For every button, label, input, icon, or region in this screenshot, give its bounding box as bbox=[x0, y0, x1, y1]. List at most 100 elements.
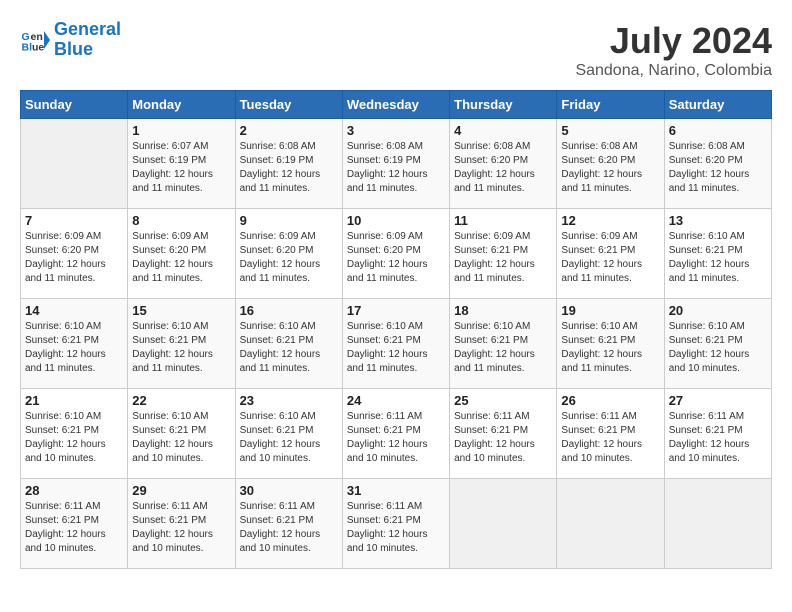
day-info: Sunrise: 6:10 AM Sunset: 6:21 PM Dayligh… bbox=[25, 410, 123, 466]
weekday-row: SundayMondayTuesdayWednesdayThursdayFrid… bbox=[21, 91, 772, 119]
day-cell: 30 Sunrise: 6:11 AM Sunset: 6:21 PM Dayli… bbox=[235, 479, 342, 569]
day-number: 24 bbox=[347, 393, 445, 408]
day-cell: 31Sunrise: 6:11 AM Sunset: 6:21 PM Dayli… bbox=[342, 479, 449, 569]
logo-text: General Blue bbox=[54, 20, 121, 60]
day-number: 1 bbox=[132, 123, 230, 138]
week-row-1: 7 Sunrise: 6:09 AM Sunset: 6:20 PM Daylig… bbox=[21, 209, 772, 299]
day-number: 13 bbox=[669, 213, 767, 228]
day-cell: 23Sunrise: 6:10 AM Sunset: 6:21 PM Dayli… bbox=[235, 389, 342, 479]
day-cell: 6Sunrise: 6:08 AM Sunset: 6:20 PM Daylig… bbox=[664, 119, 771, 209]
day-number: 6 bbox=[669, 123, 767, 138]
day-cell: 21 Sunrise: 6:10 AM Sunset: 6:21 PM Dayli… bbox=[21, 389, 128, 479]
day-number: 4 bbox=[454, 123, 552, 138]
day-info: Sunrise: 6:10 AM Sunset: 6:21 PM Dayligh… bbox=[454, 320, 552, 376]
day-info: Sunrise: 6:10 AM Sunset: 6:21 PM Dayligh… bbox=[240, 410, 338, 466]
day-cell: 8 Sunrise: 6:09 AM Sunset: 6:20 PM Daylig… bbox=[128, 209, 235, 299]
weekday-wednesday: Wednesday bbox=[342, 91, 449, 119]
location: Sandona, Narino, Colombia bbox=[575, 62, 772, 80]
day-info: Sunrise: 6:11 AM Sunset: 6:21 PM Dayligh… bbox=[240, 500, 338, 556]
day-info: Sunrise: 6:10 AM Sunset: 6:21 PM Dayligh… bbox=[132, 320, 230, 376]
day-number: 29 bbox=[132, 483, 230, 498]
day-info: Sunrise: 6:11 AM Sunset: 6:21 PM Dayligh… bbox=[669, 410, 767, 466]
day-info: Sunrise: 6:09 AM Sunset: 6:21 PM Dayligh… bbox=[454, 230, 552, 286]
day-info: Sunrise: 6:08 AM Sunset: 6:19 PM Dayligh… bbox=[347, 140, 445, 196]
day-cell: 5 Sunrise: 6:08 AM Sunset: 6:20 PM Daylig… bbox=[557, 119, 664, 209]
day-cell: 11Sunrise: 6:09 AM Sunset: 6:21 PM Dayli… bbox=[450, 209, 557, 299]
day-info: Sunrise: 6:10 AM Sunset: 6:21 PM Dayligh… bbox=[669, 320, 767, 376]
day-number: 16 bbox=[240, 303, 338, 318]
day-number: 9 bbox=[240, 213, 338, 228]
day-info: Sunrise: 6:09 AM Sunset: 6:21 PM Dayligh… bbox=[561, 230, 659, 286]
calendar-header: SundayMondayTuesdayWednesdayThursdayFrid… bbox=[21, 91, 772, 119]
day-cell: 12Sunrise: 6:09 AM Sunset: 6:21 PM Dayli… bbox=[557, 209, 664, 299]
calendar-table: SundayMondayTuesdayWednesdayThursdayFrid… bbox=[20, 90, 772, 569]
day-number: 20 bbox=[669, 303, 767, 318]
svg-text:Bl: Bl bbox=[22, 41, 33, 53]
week-row-0: 1 Sunrise: 6:07 AM Sunset: 6:19 PM Daylig… bbox=[21, 119, 772, 209]
day-info: Sunrise: 6:10 AM Sunset: 6:21 PM Dayligh… bbox=[25, 320, 123, 376]
day-info: Sunrise: 6:11 AM Sunset: 6:21 PM Dayligh… bbox=[561, 410, 659, 466]
day-number: 14 bbox=[25, 303, 123, 318]
day-cell: 3 Sunrise: 6:08 AM Sunset: 6:19 PM Daylig… bbox=[342, 119, 449, 209]
day-cell bbox=[664, 479, 771, 569]
calendar-body: 1 Sunrise: 6:07 AM Sunset: 6:19 PM Daylig… bbox=[21, 119, 772, 569]
day-cell: 27 Sunrise: 6:11 AM Sunset: 6:21 PM Dayli… bbox=[664, 389, 771, 479]
logo-icon: G en Bl ue bbox=[20, 25, 50, 55]
day-number: 27 bbox=[669, 393, 767, 408]
day-info: Sunrise: 6:10 AM Sunset: 6:21 PM Dayligh… bbox=[347, 320, 445, 376]
weekday-saturday: Saturday bbox=[664, 91, 771, 119]
day-cell: 2Sunrise: 6:08 AM Sunset: 6:19 PM Daylig… bbox=[235, 119, 342, 209]
day-cell: 22 Sunrise: 6:10 AM Sunset: 6:21 PM Dayli… bbox=[128, 389, 235, 479]
day-cell: 25Sunrise: 6:11 AM Sunset: 6:21 PM Dayli… bbox=[450, 389, 557, 479]
day-number: 28 bbox=[25, 483, 123, 498]
day-number: 30 bbox=[240, 483, 338, 498]
day-cell: 9 Sunrise: 6:09 AM Sunset: 6:20 PM Daylig… bbox=[235, 209, 342, 299]
day-number: 22 bbox=[132, 393, 230, 408]
weekday-friday: Friday bbox=[557, 91, 664, 119]
day-cell bbox=[557, 479, 664, 569]
day-info: Sunrise: 6:08 AM Sunset: 6:20 PM Dayligh… bbox=[454, 140, 552, 196]
weekday-sunday: Sunday bbox=[21, 91, 128, 119]
day-cell: 17 Sunrise: 6:10 AM Sunset: 6:21 PM Dayli… bbox=[342, 299, 449, 389]
day-info: Sunrise: 6:08 AM Sunset: 6:19 PM Dayligh… bbox=[240, 140, 338, 196]
day-info: Sunrise: 6:10 AM Sunset: 6:21 PM Dayligh… bbox=[669, 230, 767, 286]
day-info: Sunrise: 6:08 AM Sunset: 6:20 PM Dayligh… bbox=[561, 140, 659, 196]
logo-line2: Blue bbox=[54, 39, 93, 59]
day-cell: 16Sunrise: 6:10 AM Sunset: 6:21 PM Dayli… bbox=[235, 299, 342, 389]
day-cell: 14 Sunrise: 6:10 AM Sunset: 6:21 PM Dayli… bbox=[21, 299, 128, 389]
week-row-4: 28 Sunrise: 6:11 AM Sunset: 6:21 PM Dayli… bbox=[21, 479, 772, 569]
day-cell: 1 Sunrise: 6:07 AM Sunset: 6:19 PM Daylig… bbox=[128, 119, 235, 209]
day-cell: 15 Sunrise: 6:10 AM Sunset: 6:21 PM Dayli… bbox=[128, 299, 235, 389]
day-number: 3 bbox=[347, 123, 445, 138]
day-info: Sunrise: 6:10 AM Sunset: 6:21 PM Dayligh… bbox=[132, 410, 230, 466]
day-number: 26 bbox=[561, 393, 659, 408]
day-info: Sunrise: 6:09 AM Sunset: 6:20 PM Dayligh… bbox=[240, 230, 338, 286]
weekday-monday: Monday bbox=[128, 91, 235, 119]
logo-line1: General bbox=[54, 19, 121, 39]
weekday-tuesday: Tuesday bbox=[235, 91, 342, 119]
day-number: 19 bbox=[561, 303, 659, 318]
day-info: Sunrise: 6:09 AM Sunset: 6:20 PM Dayligh… bbox=[132, 230, 230, 286]
page-header: G en Bl ue General Blue July 2024 Sandon… bbox=[20, 20, 772, 80]
day-cell: 26 Sunrise: 6:11 AM Sunset: 6:21 PM Dayli… bbox=[557, 389, 664, 479]
day-number: 17 bbox=[347, 303, 445, 318]
day-cell bbox=[21, 119, 128, 209]
day-info: Sunrise: 6:09 AM Sunset: 6:20 PM Dayligh… bbox=[25, 230, 123, 286]
title-block: July 2024 Sandona, Narino, Colombia bbox=[575, 20, 772, 80]
day-number: 25 bbox=[454, 393, 552, 408]
day-cell bbox=[450, 479, 557, 569]
day-number: 8 bbox=[132, 213, 230, 228]
day-number: 21 bbox=[25, 393, 123, 408]
day-info: Sunrise: 6:11 AM Sunset: 6:21 PM Dayligh… bbox=[25, 500, 123, 556]
day-info: Sunrise: 6:07 AM Sunset: 6:19 PM Dayligh… bbox=[132, 140, 230, 196]
day-number: 10 bbox=[347, 213, 445, 228]
day-info: Sunrise: 6:11 AM Sunset: 6:21 PM Dayligh… bbox=[347, 500, 445, 556]
weekday-thursday: Thursday bbox=[450, 91, 557, 119]
day-info: Sunrise: 6:11 AM Sunset: 6:21 PM Dayligh… bbox=[347, 410, 445, 466]
day-cell: 19Sunrise: 6:10 AM Sunset: 6:21 PM Dayli… bbox=[557, 299, 664, 389]
day-number: 7 bbox=[25, 213, 123, 228]
logo: G en Bl ue General Blue bbox=[20, 20, 121, 60]
day-number: 15 bbox=[132, 303, 230, 318]
day-info: Sunrise: 6:11 AM Sunset: 6:21 PM Dayligh… bbox=[132, 500, 230, 556]
day-number: 5 bbox=[561, 123, 659, 138]
